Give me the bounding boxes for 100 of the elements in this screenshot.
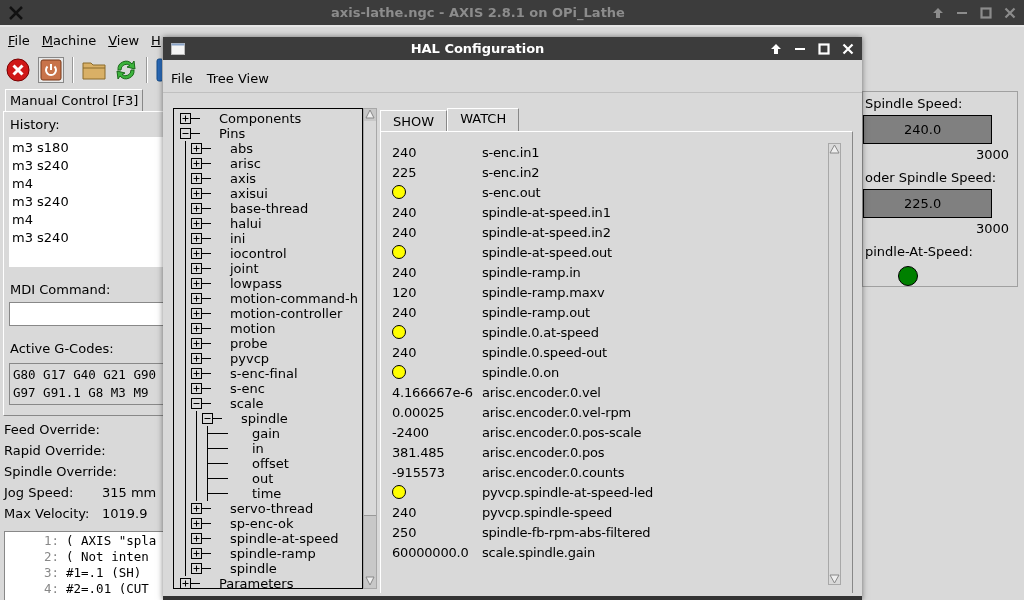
bar-max-label: 3000	[974, 146, 1010, 164]
history-list[interactable]: m3 s180 m3 s240 m4 m3 s240 m4 m3 s240	[9, 137, 163, 267]
tree-item[interactable]: out	[252, 471, 274, 486]
expand-icon[interactable]	[191, 308, 202, 319]
tree-item[interactable]: halui	[230, 216, 262, 231]
expand-icon[interactable]	[191, 563, 202, 574]
menu-item[interactable]: File	[8, 32, 30, 48]
history-item[interactable]: m3 s240	[12, 193, 163, 211]
tree-item[interactable]: spindle	[241, 411, 288, 426]
tree-item[interactable]: Parameters	[219, 576, 294, 588]
arrow-up-icon[interactable]	[770, 42, 782, 55]
expand-icon[interactable]	[180, 113, 191, 124]
expand-icon[interactable]	[191, 338, 202, 349]
tree-item[interactable]: joint	[230, 261, 259, 276]
tree-item[interactable]: axis	[230, 171, 257, 186]
expand-icon[interactable]	[191, 233, 202, 244]
tree-item[interactable]: axisui	[230, 186, 268, 201]
tree-item[interactable]: ini	[230, 231, 246, 246]
scrollbar[interactable]	[828, 143, 841, 585]
toolbar-icon[interactable]	[156, 58, 162, 82]
expand-icon[interactable]	[191, 323, 202, 334]
scroll-down-icon[interactable]	[365, 576, 375, 586]
tree-item[interactable]: s-enc-final	[230, 366, 298, 381]
scroll-up-icon[interactable]	[829, 144, 840, 154]
window-title: axis-lathe.ngc - AXIS 2.8.1 on OPi_Lathe	[331, 5, 625, 20]
tree-item[interactable]: gain	[252, 426, 281, 441]
expand-icon[interactable]	[191, 263, 202, 274]
collapse-icon[interactable]	[202, 413, 213, 424]
tree-item[interactable]: lowpass	[230, 276, 282, 291]
tree-item[interactable]: probe	[230, 336, 268, 351]
input-field[interactable]	[9, 302, 163, 326]
tree-item[interactable]: motion-controller	[230, 306, 343, 321]
tree-item[interactable]: iocontrol	[230, 246, 287, 261]
tree-item[interactable]: Components	[219, 111, 302, 126]
history-item[interactable]: m3 s240	[12, 157, 163, 175]
menu-item[interactable]: Tree View	[206, 70, 269, 86]
status-label: Max Velocity:	[4, 505, 91, 523]
pin-name: spindle-fb-rpm-abs-filtered	[482, 524, 651, 540]
pin-value: 240	[392, 504, 418, 520]
expand-icon[interactable]	[191, 143, 202, 154]
code-line: ( Not inten	[66, 549, 149, 565]
speed-bar: 240.0	[863, 115, 992, 144]
tree-item[interactable]: sp-enc-ok	[230, 516, 294, 531]
tree-item[interactable]: in	[252, 441, 264, 456]
tree-item[interactable]: time	[252, 486, 282, 501]
expand-icon[interactable]	[180, 578, 191, 588]
history-item[interactable]: m3 s240	[12, 229, 163, 247]
expand-icon[interactable]	[191, 218, 202, 229]
pin-value: 240	[392, 204, 418, 220]
tree-item[interactable]: s-enc	[230, 381, 265, 396]
expand-icon[interactable]	[191, 278, 202, 289]
collapse-icon[interactable]	[180, 128, 191, 139]
tab[interactable]: SHOW	[380, 110, 448, 131]
pin-name: scale.spindle.gain	[482, 544, 595, 560]
tree-item[interactable]: spindle-at-speed	[230, 531, 339, 546]
tree-item[interactable]: scale	[230, 396, 264, 411]
pin-name: spindle.0.at-speed	[482, 324, 599, 340]
history-item[interactable]: m4	[12, 211, 163, 229]
tree-item[interactable]: arisc	[230, 156, 261, 171]
scrollbar[interactable]	[363, 108, 377, 589]
expand-icon[interactable]	[191, 353, 202, 364]
expand-icon[interactable]	[191, 173, 202, 184]
expand-icon[interactable]	[191, 503, 202, 514]
expand-icon[interactable]	[191, 518, 202, 529]
expand-icon[interactable]	[191, 383, 202, 394]
menu-item[interactable]: Machine	[41, 32, 97, 48]
history-item[interactable]: m3 s180	[12, 139, 163, 157]
tree-item[interactable]: servo-thread	[230, 501, 314, 516]
expand-icon[interactable]	[191, 533, 202, 544]
tree-item[interactable]: pyvcp	[230, 351, 270, 366]
tree-item[interactable]: spindle-ramp	[230, 546, 316, 561]
stop-icon[interactable]	[6, 58, 30, 82]
expand-icon[interactable]	[191, 158, 202, 169]
scroll-up-icon[interactable]	[365, 109, 375, 119]
tab[interactable]: WATCH	[447, 108, 520, 131]
menu-item[interactable]: H	[151, 32, 161, 48]
tree-item[interactable]: motion-command-h	[230, 291, 359, 306]
code-line: ( AXIS "spla	[66, 533, 157, 549]
expand-icon[interactable]	[191, 188, 202, 199]
tree-item[interactable]: motion	[230, 321, 276, 336]
menu-item[interactable]: File	[171, 70, 193, 86]
expand-icon[interactable]	[191, 203, 202, 214]
expand-icon[interactable]	[191, 248, 202, 259]
reload-icon[interactable]	[114, 58, 138, 82]
tree-item[interactable]: base-thread	[230, 201, 309, 216]
expand-icon[interactable]	[191, 293, 202, 304]
tree-item[interactable]: offset	[252, 456, 289, 471]
expand-icon[interactable]	[191, 368, 202, 379]
power-icon[interactable]	[38, 57, 64, 83]
pin-name: spindle.0.speed-out	[482, 344, 607, 360]
tree-item[interactable]: spindle	[230, 561, 277, 576]
menu-item[interactable]: View	[108, 32, 140, 48]
tree-item[interactable]: abs	[230, 141, 253, 156]
tree-item[interactable]: Pins	[219, 126, 246, 141]
collapse-icon[interactable]	[191, 398, 202, 409]
expand-icon[interactable]	[191, 548, 202, 559]
pin-name: spindle-at-speed.out	[482, 244, 612, 260]
scroll-down-icon[interactable]	[829, 574, 840, 584]
tab[interactable]: Manual Control [F3]	[5, 89, 144, 111]
history-item[interactable]: m4	[12, 175, 163, 193]
